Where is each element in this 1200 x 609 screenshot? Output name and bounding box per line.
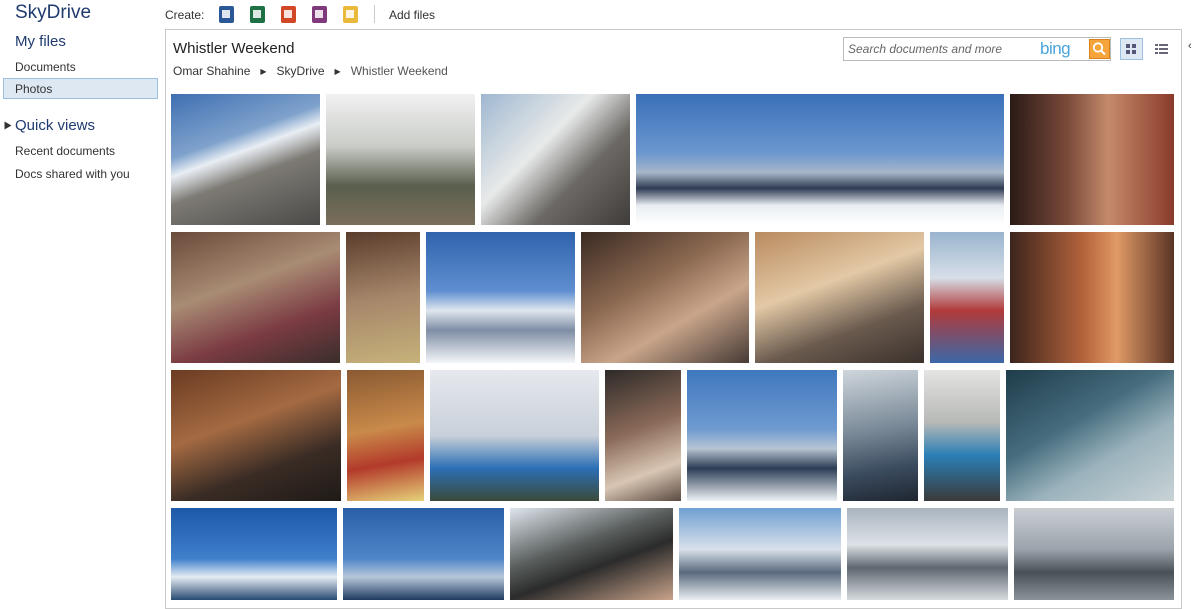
breadcrumb-current: Whistler Weekend (350, 64, 448, 78)
excel-workbook-icon[interactable] (250, 6, 265, 23)
toolbar-divider (374, 5, 375, 23)
nav-item-photos[interactable]: Photos (3, 78, 158, 99)
search-icon (1092, 42, 1106, 56)
breadcrumb-item[interactable]: SkyDrive (277, 64, 325, 78)
collapse-pane-icon[interactable]: ‹ (1188, 40, 1192, 52)
search-button[interactable] (1089, 39, 1110, 59)
breadcrumb-separator-icon: ▶ (334, 67, 341, 77)
nav-item-documents[interactable]: Documents (15, 60, 76, 74)
gondola-photo[interactable] (1014, 508, 1174, 600)
search-box: bing (843, 37, 1111, 61)
rock-cliff-photo[interactable] (481, 94, 630, 225)
helmet-sunglasses-photo[interactable] (510, 508, 673, 600)
sidebar: SkyDrive My files Documents Photos Quick… (0, 0, 163, 600)
breadcrumb: Omar Shahine ▶ SkyDrive ▶ Whistler Weekend (173, 64, 448, 78)
bing-logo: bing (1040, 39, 1071, 58)
skydrive-logo[interactable]: SkyDrive (15, 2, 91, 24)
couch-soda-photo[interactable] (581, 232, 749, 363)
phone-photo[interactable] (755, 232, 924, 363)
reading-photo[interactable] (346, 232, 420, 363)
breadcrumb-item[interactable]: Omar Shahine (173, 64, 250, 78)
command-bar: Create: Add files (165, 0, 1200, 28)
details-view-button[interactable] (1150, 38, 1173, 60)
grid-view-icon (1126, 44, 1136, 54)
word-document-icon[interactable] (219, 6, 234, 23)
onenote-notebook-icon[interactable] (312, 6, 327, 23)
mountain-range-photo[interactable] (687, 370, 837, 501)
mountain-ridge-photo[interactable] (171, 94, 320, 225)
snowy-peaks-photo[interactable] (426, 232, 575, 363)
peaks-photo[interactable] (343, 508, 504, 600)
red-scarf-photo[interactable] (930, 232, 1004, 363)
kitchen-table-photo[interactable] (171, 370, 341, 501)
blue-mountain-photo[interactable] (171, 508, 337, 600)
nav-item-docs-shared[interactable]: Docs shared with you (15, 167, 130, 181)
powerpoint-presentation-icon[interactable] (281, 6, 296, 23)
create-label: Create: (165, 8, 205, 22)
two-guys-photo[interactable] (1010, 232, 1174, 363)
grey-mountain-photo[interactable] (847, 508, 1008, 600)
collapse-triangle-icon[interactable] (4, 121, 12, 130)
nav-item-photos-label: Photos (15, 82, 53, 96)
walking-photo[interactable] (924, 370, 1000, 501)
couch-photo[interactable] (171, 232, 340, 363)
add-files-button[interactable]: Add files (389, 8, 435, 22)
wind-snow-photo[interactable] (430, 370, 599, 501)
portrait-photo[interactable] (1010, 94, 1174, 225)
skier-helmet-photo[interactable] (326, 94, 475, 225)
napping-photo[interactable] (605, 370, 681, 501)
cloudy-range-photo[interactable] (679, 508, 841, 600)
car-window-photo[interactable] (1006, 370, 1174, 501)
nav-item-recent-documents[interactable]: Recent documents (15, 144, 115, 158)
nav-quick-views[interactable]: Quick views (15, 117, 95, 134)
mountain-panorama-photo[interactable] (636, 94, 1004, 225)
list-view-icon (1155, 44, 1168, 54)
search-input[interactable] (848, 41, 1033, 57)
breadcrumb-separator-icon: ▶ (260, 67, 267, 77)
nav-my-files[interactable]: My files (15, 33, 66, 50)
page-title: Whistler Weekend (173, 40, 295, 57)
cooking-photo[interactable] (347, 370, 424, 501)
folder-icon[interactable] (343, 6, 358, 23)
thumbnail-view-button[interactable] (1120, 38, 1143, 60)
car-door-photo[interactable] (843, 370, 918, 501)
